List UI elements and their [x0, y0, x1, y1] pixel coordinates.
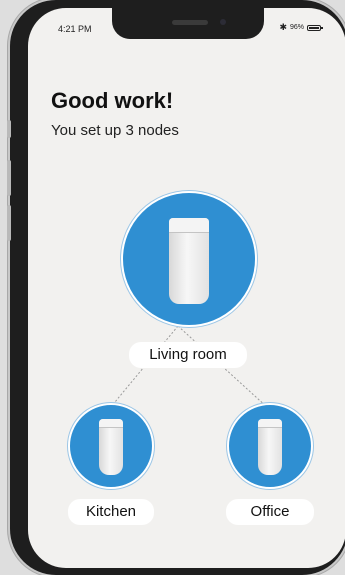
phone-frame: 4:21 PM ✱ 96% Good work! You set up 3 no…	[7, 0, 345, 575]
side-button-volume-up	[7, 160, 11, 196]
mesh-router-icon	[99, 419, 123, 475]
node-label-kitchen: Kitchen	[68, 499, 154, 525]
side-button-volume-down	[7, 205, 11, 241]
app-screen: 4:21 PM ✱ 96% Good work! You set up 3 no…	[28, 8, 345, 568]
node-office[interactable]	[227, 403, 313, 489]
node-kitchen[interactable]	[68, 403, 154, 489]
node-label-office: Office	[226, 499, 314, 525]
mesh-router-icon	[258, 419, 282, 475]
node-living-room[interactable]	[121, 191, 257, 327]
side-button-mute	[7, 120, 11, 138]
node-label-living-room: Living room	[129, 342, 247, 368]
mesh-router-icon	[169, 218, 209, 304]
